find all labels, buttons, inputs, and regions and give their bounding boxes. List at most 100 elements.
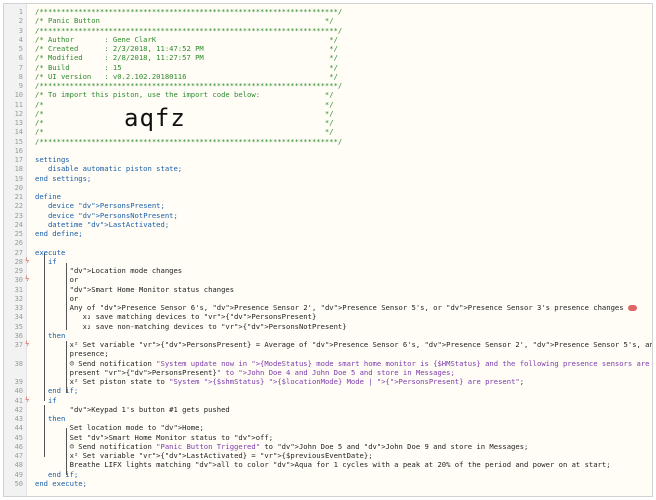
code-text: x₂ save matching devices to "vr">{"dv">P…	[35, 312, 317, 322]
line-number: 43	[14, 415, 23, 423]
line-number: 20	[14, 183, 23, 192]
line-number: 18	[14, 165, 23, 174]
code-line: Breathe LIFX lights matching "dv">all to…	[35, 460, 648, 469]
code-text: /* */	[35, 127, 334, 137]
line-number: 8	[18, 72, 23, 81]
trigger-indicator-icon	[627, 305, 637, 311]
line-number: 22	[14, 202, 23, 211]
code-text: define	[35, 192, 61, 201]
code-line: /* UI version : v0.2.102.20180116 */	[35, 72, 648, 81]
code-line: x₂ save non-matching devices to "vr">{"d…	[35, 322, 648, 331]
code-text: "dv">Location mode changes	[69, 266, 183, 275]
line-number: 44	[14, 424, 23, 433]
line-number: 32	[14, 294, 23, 303]
line-number: 30	[14, 276, 23, 285]
code-line: x² Set variable "vr">{"dv">PersonsPresen…	[35, 340, 652, 349]
code-text: "dv">Keypad 1's button #1 gets pushed	[69, 404, 230, 414]
code-line: /***************************************…	[35, 7, 648, 16]
code-line: then	[35, 414, 648, 423]
line-number: 33	[14, 304, 23, 312]
code-text: ☺ Send notification "Panic Button Trigge…	[35, 441, 529, 451]
code-text: /* Author : Gene ClarK */	[35, 34, 338, 44]
code-text: execute	[35, 247, 66, 257]
code-text: x² Set variable "vr">{"dv">PersonsPresen…	[35, 340, 653, 349]
code-text: ☺ Send notification "System update now i…	[35, 358, 650, 368]
line-number: 46	[14, 442, 23, 451]
code-line: ☺ Send notification "Panic Button Trigge…	[35, 442, 648, 451]
code-line: /***************************************…	[35, 26, 648, 35]
code-line: then	[35, 331, 648, 340]
line-number: 40	[14, 387, 23, 396]
line-number: 37	[14, 341, 23, 349]
code-text: /***************************************…	[35, 25, 343, 35]
code-line: device "dv">PersonsNotPresent;	[35, 211, 648, 220]
code-line: /* To import this piston, use the import…	[35, 90, 648, 99]
line-number: 13	[14, 119, 23, 127]
code-line: Set "dv">Smart Home Monitor status to "d…	[35, 433, 648, 442]
line-number: 16	[14, 146, 23, 155]
line-number: 4	[18, 35, 23, 44]
code-line: /* Created : 2/3/2018, 11:47:52 PM */	[35, 44, 648, 53]
marker-icon: ϟ	[25, 275, 30, 284]
marker-icon: ϟ	[25, 340, 30, 348]
code-text: presence;	[35, 349, 109, 359]
code-line: /* Modified : 2/8/2018, 11:27:57 PM */	[35, 53, 648, 62]
line-number: 12	[14, 109, 23, 118]
code-line: x² Set variable "vr">{"dv">LastActivated…	[35, 451, 648, 460]
code-text: then	[35, 414, 66, 423]
line-number: 6	[18, 54, 23, 63]
code-line: presence;	[35, 349, 648, 358]
code-text: settings	[35, 155, 70, 164]
code-line: Set location mode to "dv">Home;	[35, 423, 648, 432]
code-line: /***************************************…	[35, 137, 648, 146]
code-line: end if;	[35, 386, 648, 395]
code-line: execute	[35, 248, 648, 257]
code-viewer: 1 2 3 4 5 6 7 8 9 10 11 12 13 14 15 16 17 18 19 20 21 22 23 24 2…	[3, 3, 653, 497]
code-text: x² Set variable "vr">{"dv">LastActivated…	[35, 451, 373, 460]
code-line: present "vr">{"dv">PersonsPresent}" to "…	[35, 368, 648, 377]
line-number: 39	[14, 378, 23, 386]
code-text: /* UI version : v0.2.102.20180116 */	[35, 71, 338, 81]
code-text: /* Modified : 2/8/2018, 11:27:57 PM */	[35, 53, 338, 63]
code-text: present "vr">{"dv">PersonsPresent}" to "…	[35, 367, 455, 377]
code-text: end if;	[35, 469, 79, 479]
code-line: end define;	[35, 229, 648, 238]
code-line: "dv">Location mode changes	[35, 266, 648, 275]
line-number: 11	[14, 100, 23, 109]
line-number: 25	[14, 230, 23, 238]
marker-icon: ϟ	[25, 395, 30, 404]
code-line: define	[35, 192, 648, 201]
line-number: 49	[14, 470, 23, 479]
code-line: ☺ Send notification "System update now i…	[35, 358, 650, 368]
code-text: /* To import this piston, use the import…	[35, 90, 334, 100]
code-line: /* */	[35, 100, 648, 109]
line-number: 47	[14, 452, 23, 460]
code-text: /* Build : 15 */	[35, 62, 338, 72]
code-line: "dv">Smart Home Monitor status changes	[35, 285, 648, 294]
code-text: /***************************************…	[35, 136, 343, 146]
code-line: x₂ save matching devices to "vr">{"dv">P…	[35, 312, 648, 321]
code-text: datetime "dv">LastActivated;	[35, 219, 170, 229]
code-text: then	[35, 330, 66, 340]
line-number: 31	[14, 285, 23, 294]
code-text: /***************************************…	[35, 81, 343, 90]
code-line: "dv">Keypad 1's button #1 gets pushed	[35, 405, 648, 414]
line-number: 45	[14, 433, 23, 442]
line-number-gutter: 1 2 3 4 5 6 7 8 9 10 11 12 13 14 15 16 17 18 19 20 21 22 23 24 2…	[4, 4, 27, 496]
line-number: 26	[14, 239, 23, 248]
line-number: 41	[14, 396, 23, 405]
code-line: end execute;	[35, 479, 648, 488]
line-number: 42	[14, 405, 23, 414]
line-number: 1	[18, 8, 23, 16]
code-text: end define;	[35, 229, 83, 238]
line-number: 35	[14, 322, 23, 331]
code-line: x² Set piston state to "System ">{$shmSt…	[35, 377, 648, 386]
code-text: Any of "dv">Presence Sensor 6's, "dv">Pr…	[35, 303, 624, 312]
code-line: /* Author : Gene ClarK */	[35, 35, 648, 44]
code-line: device "dv">PersonsPresent;	[35, 201, 648, 210]
line-number: 24	[14, 220, 23, 229]
code-text: end if;	[35, 386, 79, 396]
code-text: x₂ save non-matching devices to "vr">{"d…	[35, 321, 347, 331]
